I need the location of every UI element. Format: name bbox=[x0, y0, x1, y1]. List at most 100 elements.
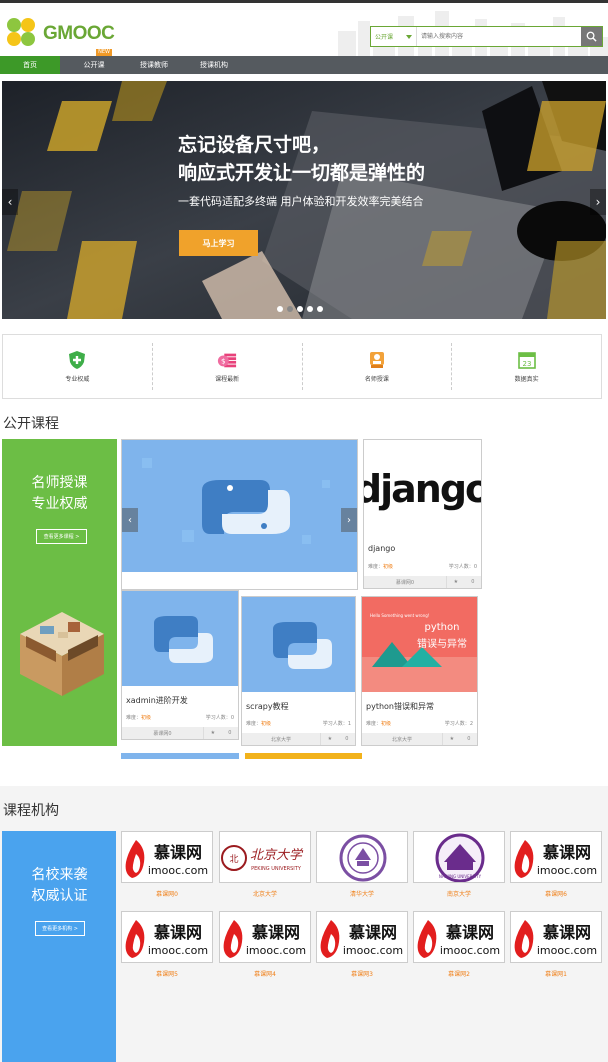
shield-icon bbox=[69, 351, 86, 369]
svg-text:django: django bbox=[364, 467, 481, 511]
svg-text:23: 23 bbox=[522, 360, 531, 368]
nju-en-text: NANJING UNIVERSITY bbox=[439, 874, 482, 879]
course-thumbnail bbox=[122, 440, 357, 572]
nav-home-label: 首页 bbox=[23, 61, 37, 69]
banner-title-line2: 响应式开发让一切都是弹性的 bbox=[178, 162, 426, 184]
feature-item: $ 课程最新 bbox=[153, 343, 303, 390]
org-name-link[interactable]: 慕课网6 bbox=[510, 889, 602, 898]
feature-label: 名师授课 bbox=[364, 376, 389, 383]
slide-dot[interactable] bbox=[277, 306, 283, 312]
orgs-promo-text: 名校来袭 权威认证 bbox=[2, 865, 117, 907]
course-title[interactable]: xadmin进阶开发 bbox=[126, 695, 188, 706]
banner-next-arrow-icon[interactable]: › bbox=[590, 189, 606, 215]
carousel-next-icon[interactable]: › bbox=[341, 508, 357, 532]
favorite-button[interactable]: ★ 0 bbox=[442, 733, 477, 745]
org-tile[interactable]: 慕课网 imooc.com bbox=[316, 911, 408, 963]
slide-dot[interactable] bbox=[307, 306, 313, 312]
slide-dot[interactable] bbox=[317, 306, 323, 312]
mooc-cn-text: 慕课网 bbox=[153, 843, 202, 862]
org-name-link[interactable]: 慕课网5 bbox=[121, 969, 213, 978]
org-tile[interactable] bbox=[316, 831, 408, 883]
org-name-link[interactable]: 清华大学 bbox=[316, 889, 408, 898]
nav-orgs[interactable]: 授课机构 bbox=[184, 56, 244, 74]
mooc-cn-text: 慕课网 bbox=[348, 923, 397, 942]
search-input[interactable] bbox=[417, 27, 581, 46]
nav-orgs-label: 授课机构 bbox=[200, 61, 228, 69]
new-badge: NEW bbox=[96, 49, 112, 56]
nav-teachers-label: 授课教师 bbox=[140, 61, 168, 69]
hero-banner[interactable]: 忘记设备尺寸吧， 响应式开发让一切都是弹性的 一套代码适配多终端 用户体验和开发… bbox=[2, 81, 606, 319]
nav-courses[interactable]: 公开课 NEW bbox=[64, 49, 124, 74]
org-tile[interactable]: 慕课网 imooc.com bbox=[219, 911, 311, 963]
python-logo-image bbox=[122, 591, 238, 686]
org-tile[interactable]: 北 北京大学 PEKING UNIVERSITY bbox=[219, 831, 311, 883]
logo-text[interactable]: GMOOC bbox=[43, 23, 115, 45]
org-name-link[interactable]: 慕课网1 bbox=[510, 969, 602, 978]
org-name-link[interactable]: 北京大学 bbox=[219, 889, 311, 898]
python-errors-image: Hello Something went wrong! python 错误与异常 bbox=[362, 597, 477, 692]
nav-home[interactable]: 首页 bbox=[0, 56, 60, 74]
calendar-icon: 23 bbox=[517, 352, 536, 369]
nav-teachers[interactable]: 授课教师 bbox=[124, 56, 184, 74]
mooc-logo-image: 慕课网 imooc.com bbox=[514, 840, 597, 878]
more-courses-button[interactable]: 查看更多课程 > bbox=[36, 529, 87, 544]
course-thumbnail bbox=[242, 597, 355, 692]
course-thumbnail: Hello Something went wrong! python 错误与异常 bbox=[362, 597, 477, 692]
mooc-logo-image: 慕课网 imooc.com bbox=[514, 920, 597, 958]
org-tile[interactable]: NANJING UNIVERSITY bbox=[413, 831, 505, 883]
mooc-logo-image: 慕课网 imooc.com bbox=[125, 920, 208, 958]
logo-icon[interactable] bbox=[7, 18, 37, 48]
mooc-cn-text: 慕课网 bbox=[542, 843, 591, 862]
orgs-promo-line1: 名校来袭 bbox=[31, 867, 88, 883]
more-orgs-button[interactable]: 查看更多机构 > bbox=[35, 921, 85, 936]
students-label: 学习人数： bbox=[322, 721, 348, 727]
course-card[interactable]: Hello Something went wrong! python 错误与异常… bbox=[361, 596, 478, 746]
favorite-button[interactable]: ★ 0 bbox=[446, 576, 481, 588]
course-org[interactable]: 慕课网0 bbox=[122, 727, 203, 739]
course-card-partial bbox=[245, 753, 362, 759]
feature-item: 名师授课 bbox=[303, 343, 453, 390]
org-tile[interactable]: 慕课网 imooc.com bbox=[121, 911, 213, 963]
org-name-link[interactable]: 南京大学 bbox=[413, 889, 505, 898]
python-logo-image bbox=[122, 440, 357, 572]
carousel-prev-icon[interactable]: ‹ bbox=[122, 508, 138, 532]
org-name-link[interactable]: 慕课网2 bbox=[413, 969, 505, 978]
favorite-button[interactable]: ★ 0 bbox=[320, 733, 355, 745]
course-title[interactable]: scrapy教程 bbox=[246, 701, 289, 712]
courses-promo-panel: 名师授课 专业权威 查看更多课程 > bbox=[2, 439, 117, 746]
course-card-partial bbox=[121, 753, 239, 759]
thumb-error-text: 错误与异常 bbox=[417, 637, 467, 650]
slide-dot[interactable] bbox=[287, 306, 293, 312]
org-tile[interactable]: 慕课网 imooc.com bbox=[413, 911, 505, 963]
search-type-select[interactable]: 公开课 bbox=[371, 27, 417, 46]
students-count: 0 bbox=[230, 715, 234, 721]
org-name-link[interactable]: 慕课网3 bbox=[316, 969, 408, 978]
course-title[interactable]: django bbox=[368, 544, 395, 553]
course-card[interactable]: xadmin进阶开发 难度：初级 学习人数：0 慕课网0 ★ 0 bbox=[121, 590, 239, 740]
course-title[interactable]: python错误和异常 bbox=[366, 701, 434, 712]
course-card[interactable]: django django 难度：初级 学习人数：0 慕课网0 ★ 0 bbox=[363, 439, 482, 589]
feature-strip: 专业权威 $ 课程最新 名师授课 23 数据真实 bbox=[2, 334, 602, 399]
org-tile[interactable]: 慕课网 imooc.com bbox=[510, 831, 602, 883]
course-org[interactable]: 慕课网0 bbox=[364, 576, 446, 588]
mooc-logo-image: 慕课网 imooc.com bbox=[417, 920, 500, 958]
org-tile[interactable]: 慕课网 imooc.com bbox=[121, 831, 213, 883]
org-name-link[interactable]: 慕课网4 bbox=[219, 969, 311, 978]
pku-en-text: PEKING UNIVERSITY bbox=[251, 866, 302, 872]
course-org[interactable]: 北京大学 bbox=[362, 733, 442, 745]
svg-text:$: $ bbox=[221, 357, 226, 366]
org-tile[interactable]: 慕课网 imooc.com bbox=[510, 911, 602, 963]
course-org[interactable]: 北京大学 bbox=[242, 733, 320, 745]
favorite-button[interactable]: ★ 0 bbox=[203, 727, 238, 739]
slide-dot[interactable] bbox=[297, 306, 303, 312]
course-footer: 北京大学 ★ 0 bbox=[242, 733, 355, 745]
course-card[interactable]: scrapy教程 难度：初级 学习人数：1 北京大学 ★ 0 bbox=[241, 596, 356, 746]
course-meta: 难度：初级 学习人数：1 bbox=[246, 720, 351, 727]
start-learning-button[interactable]: 马上学习 bbox=[179, 230, 258, 256]
org-name-link[interactable]: 慕课网0 bbox=[121, 889, 213, 898]
featured-course-card[interactable]: ‹ › bbox=[121, 439, 358, 590]
search-button[interactable] bbox=[581, 27, 602, 46]
banner-prev-arrow-icon[interactable]: ‹ bbox=[2, 189, 18, 215]
fav-count: 0 bbox=[228, 730, 232, 736]
students-label: 学习人数： bbox=[448, 564, 474, 570]
